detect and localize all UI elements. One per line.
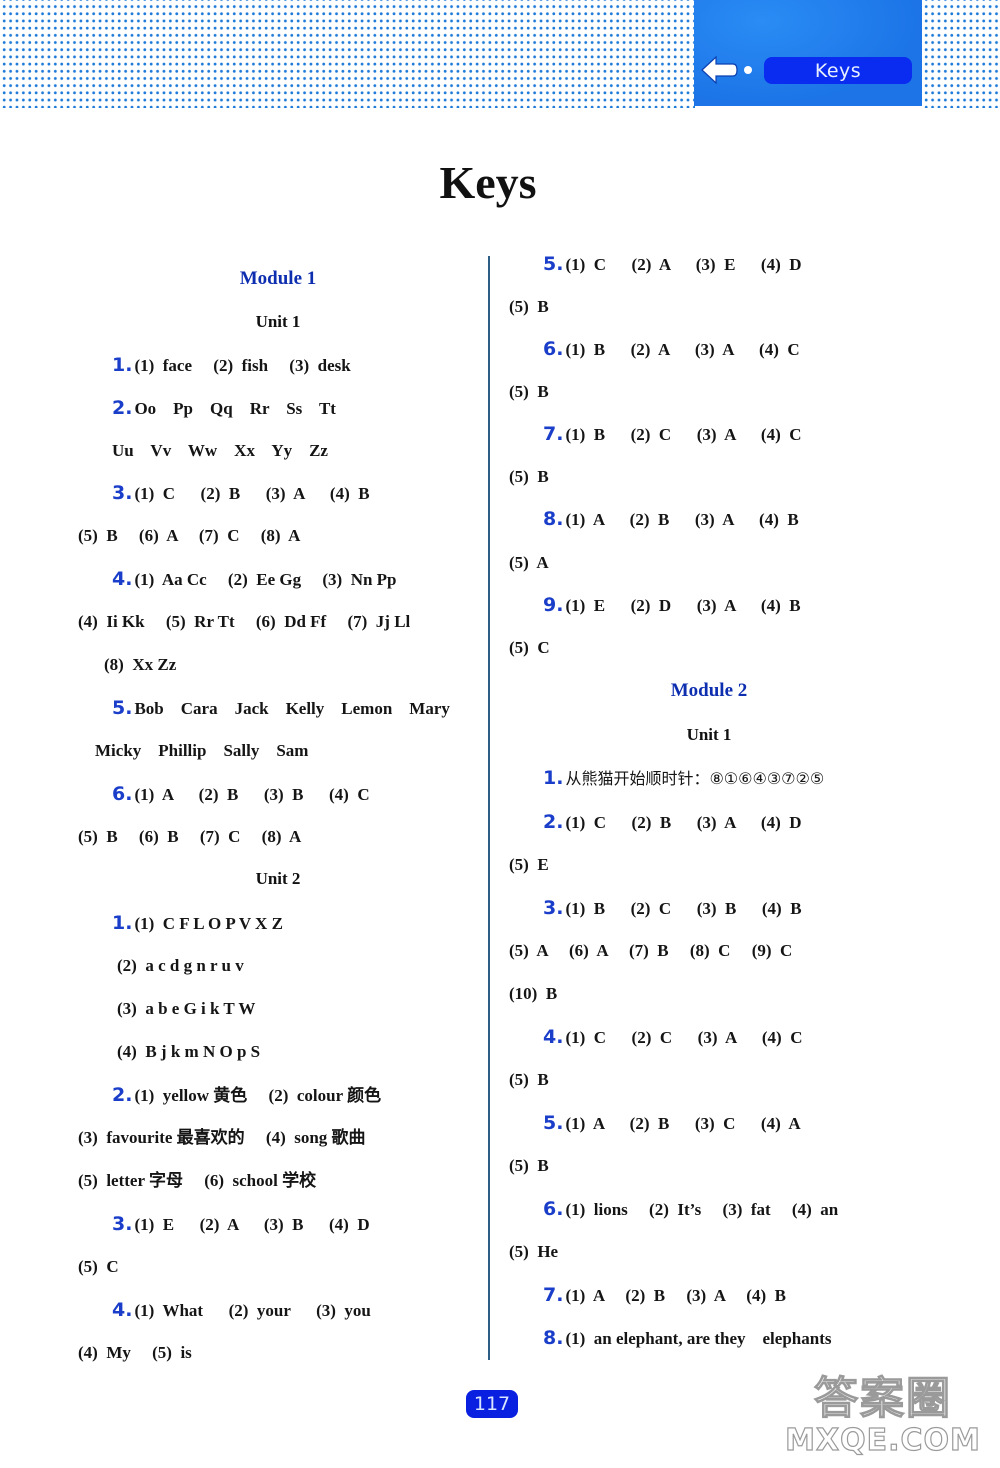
answer-line: 2. (1) yellow 黄色 (2) colour 颜色	[112, 1084, 382, 1106]
answer-line: (5) B	[509, 382, 549, 401]
header-dot-pattern	[0, 0, 695, 108]
unit-1-title: Unit 1	[255, 312, 301, 331]
answer-line: 5. (1) C (2) A (3) E (4) D	[543, 253, 802, 275]
answer-line: 3. (1) C (2) B (3) A (4) B	[112, 482, 370, 504]
question-number: 5.	[543, 1112, 564, 1134]
question-number: 2.	[112, 397, 133, 419]
answer-line: (5) B (6) A (7) C (8) A	[78, 526, 301, 545]
question-number: 7.	[543, 423, 564, 445]
question-number: 1.	[543, 767, 564, 789]
answer-line: (3) a b e G i k T W	[117, 999, 256, 1018]
unit-1-title: Unit 1	[686, 725, 732, 744]
question-number: 5.	[543, 253, 564, 275]
answer-line: (4) B j k m N O p S	[117, 1042, 261, 1061]
header-dot-pattern-right	[922, 0, 1000, 108]
answer-line: 6. (1) A (2) B (3) B (4) C	[112, 783, 370, 805]
arrow-left-icon	[701, 55, 738, 85]
watermark-en: MXQE.COM	[785, 1423, 981, 1458]
answer-line: 7. (1) A (2) B (3) A (4) B	[543, 1284, 786, 1306]
answer-line: (5) E	[509, 855, 549, 874]
question-number: 3.	[112, 482, 133, 504]
answer-line: 5. Bob Cara Jack Kelly Lemon Mary	[112, 697, 450, 719]
watermark-logo: 答案圈 MXQE.COM	[768, 1373, 998, 1466]
question-number: 3.	[543, 897, 564, 919]
answer-line: 6. (1) B (2) A (3) A (4) C	[543, 338, 800, 360]
question-number: 8.	[543, 1327, 564, 1349]
answer-line: 7. (1) B (2) C (3) A (4) C	[543, 423, 802, 445]
question-number: 1.	[112, 354, 133, 376]
answer-line: (5) B (6) B (7) C (8) A	[78, 827, 302, 846]
column-divider	[488, 256, 490, 1360]
question-number: 1.	[112, 912, 133, 934]
question-number: 9.	[543, 594, 564, 616]
answer-line: 1. (1) C F L O P V X Z	[112, 912, 283, 934]
answer-line: 4. (1) C (2) C (3) A (4) C	[543, 1026, 803, 1048]
question-number: 5.	[112, 697, 133, 719]
question-number: 8.	[543, 508, 564, 530]
question-number: 2.	[112, 1084, 133, 1106]
answer-line: Micky Phillip Sally Sam	[95, 741, 309, 760]
answer-line: (4) My (5) is	[78, 1343, 192, 1362]
answer-line: Uu Vv Ww Xx Yy Zz	[112, 441, 328, 460]
question-number: 6.	[543, 1198, 564, 1220]
answer-line: (5) He	[509, 1242, 559, 1261]
question-number: 4.	[543, 1026, 564, 1048]
answer-line: (8) Xx Zz	[104, 655, 177, 674]
question-number: 3.	[112, 1213, 133, 1235]
answer-line: 4. (1) Aa Cc (2) Ee Gg (3) Nn Pp	[112, 568, 397, 590]
page-title: Keys	[439, 157, 537, 208]
unit-2-title: Unit 2	[255, 869, 301, 888]
module-1-title: Module 1	[239, 268, 317, 289]
answer-line: (2) a c d g n r u v	[117, 956, 244, 975]
answer-line: 9. (1) E (2) D (3) A (4) B	[543, 594, 801, 616]
answer-line: 4. (1) What (2) your (3) you	[112, 1299, 371, 1321]
answer-line: 3. (1) B (2) C (3) B (4) B	[543, 897, 802, 919]
dot-icon	[744, 66, 752, 74]
question-number: 7.	[543, 1284, 564, 1306]
answer-line: (3) favourite 最喜欢的 (4) song 歌曲	[78, 1128, 366, 1147]
question-number: 6.	[543, 338, 564, 360]
answer-line: (5) C	[509, 638, 550, 657]
answer-line: 8. (1) an elephant, are they elephants	[543, 1327, 832, 1349]
answer-line: (5) B	[509, 1070, 549, 1089]
answer-line: 2. (1) C (2) B (3) A (4) D	[543, 811, 802, 833]
answer-line: 6. (1) lions (2) It’s (3) fat (4) an	[543, 1198, 839, 1220]
keys-tab-label: Keys	[764, 57, 912, 84]
question-number: 4.	[112, 568, 133, 590]
answer-line: (5) B	[509, 1156, 549, 1175]
answer-line: 2. Oo Pp Qq Rr Ss Tt	[112, 397, 336, 419]
answer-line: (5) letter 字母 (6) school 学校	[78, 1171, 317, 1190]
answer-line: 8. (1) A (2) B (3) A (4) B	[543, 508, 799, 530]
answer-line: 1. (1) face (2) fish (3) desk	[112, 354, 351, 376]
answer-line: (5) A (6) A (7) B (8) C (9) C	[509, 941, 793, 960]
answer-line: (5) A	[509, 553, 549, 572]
page-number: 117	[466, 1390, 518, 1418]
header-tab-block	[694, 0, 922, 106]
module-2-title: Module 2	[670, 680, 748, 701]
answer-line: 5. (1) A (2) B (3) C (4) A	[543, 1112, 801, 1134]
answer-line: (4) Ii Kk (5) Rr Tt (6) Dd Ff (7) Jj Ll	[78, 612, 411, 631]
watermark-cn: 答案圈	[813, 1373, 952, 1424]
question-number: 4.	[112, 1299, 133, 1321]
question-number: 6.	[112, 783, 133, 805]
question-number: 2.	[543, 811, 564, 833]
answer-line: 3. (1) E (2) A (3) B (4) D	[112, 1213, 370, 1235]
answer-line: (5) B	[509, 297, 549, 316]
answer-line: (5) B	[509, 467, 549, 486]
answer-line: 1. 从熊猫开始顺时针：⑧①⑥④③⑦②⑤	[543, 767, 825, 789]
answer-line: (5) C	[78, 1257, 119, 1276]
answer-line: (10) B	[509, 984, 558, 1003]
